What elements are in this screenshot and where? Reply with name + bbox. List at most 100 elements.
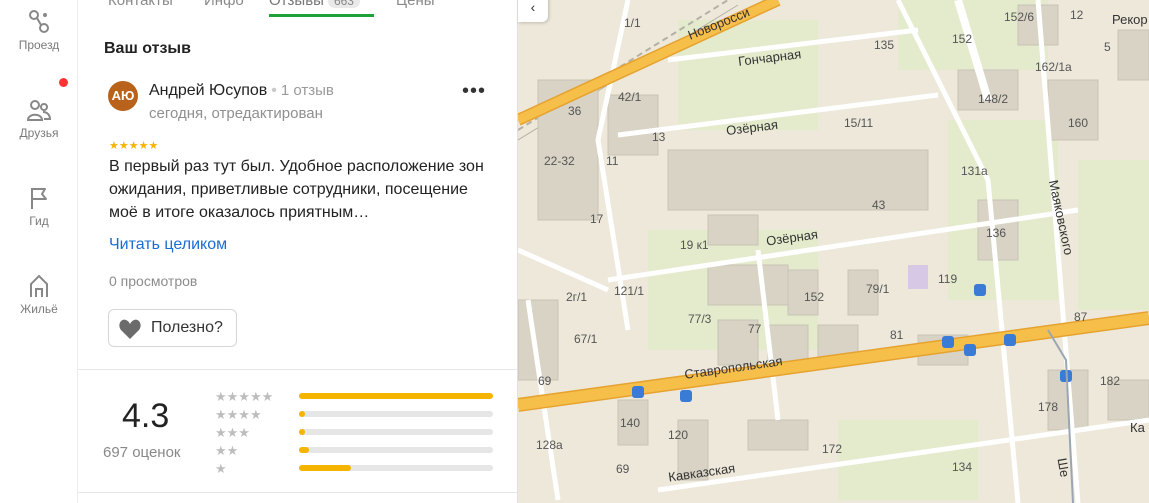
histogram-bar-track — [299, 411, 493, 417]
histogram-bar-fill — [299, 393, 493, 399]
house-number: 2г/1 — [566, 290, 588, 304]
house-number: 77 — [748, 322, 762, 336]
rail-item-guide[interactable]: Гид — [0, 184, 78, 228]
histogram-bar-track — [299, 447, 493, 453]
house-number: 148/2 — [978, 92, 1009, 106]
house-number: 1/1 — [624, 16, 641, 30]
tab-bar: Контакты Инфо Отзывы663 Цены › — [78, 0, 517, 24]
rail-label: Проезд — [18, 38, 60, 52]
house-number: 81 — [890, 328, 904, 342]
house-number: 152 — [804, 290, 825, 304]
house-number: 43 — [872, 198, 886, 212]
house-number: 136 — [986, 226, 1007, 240]
tab-prices[interactable]: Цены — [396, 0, 435, 9]
house-number: 11 — [606, 154, 619, 168]
section-title: Ваш отзыв — [104, 40, 191, 57]
notification-dot — [59, 78, 68, 87]
histogram-stars: ★★★ — [215, 425, 250, 440]
useful-button[interactable]: Полезно? — [108, 309, 237, 347]
street-label: Ше — [1054, 456, 1073, 479]
house-number: 17 — [590, 212, 604, 226]
read-more-link[interactable]: Читать целиком — [109, 236, 227, 254]
house-number: 12 — [1070, 8, 1084, 22]
more-options-icon[interactable]: ••• — [462, 81, 486, 101]
map-canvas — [518, 0, 1149, 503]
rail-item-housing[interactable]: Жильё — [0, 272, 78, 316]
house-number: 19 к1 — [680, 238, 709, 252]
author-review-count: 1 отзыв — [280, 82, 334, 99]
house-number: 69 — [538, 374, 552, 388]
rail-label: Жильё — [20, 302, 58, 316]
house-number: 131а — [961, 164, 988, 178]
map[interactable]: Новоросси Гончарная Озёрная Озёрная Маяк… — [518, 0, 1149, 503]
views-count: 0 просмотров — [109, 273, 198, 289]
rail-label: Гид — [29, 214, 49, 228]
house-number: 77/3 — [688, 312, 712, 326]
house-number: 42/1 — [618, 90, 642, 104]
house-number: 152 — [952, 32, 973, 46]
house-number: 152/6 — [1004, 10, 1035, 24]
histogram-stars: ★ — [215, 461, 227, 476]
heart-icon — [119, 319, 141, 339]
histogram-stars: ★★★★ — [215, 407, 262, 422]
house-number: 172 — [822, 442, 843, 456]
house-number: 36 — [568, 104, 582, 118]
house-number: 134 — [952, 460, 973, 474]
collapse-panel-chevron-icon[interactable]: ‹ — [518, 0, 548, 22]
tab-info[interactable]: Инфо — [204, 0, 244, 9]
useful-label: Полезно? — [151, 319, 223, 336]
house-number: 87 — [1074, 310, 1088, 324]
reviews-count-badge: 663 — [327, 0, 360, 8]
average-rating: 4.3 — [122, 397, 170, 435]
review-text: В первый раз тут был. Удобное расположен… — [109, 158, 484, 221]
side-rail: Проезд Друзья Гид Жильё — [0, 0, 78, 503]
house-number: 140 — [620, 416, 641, 430]
house-number: 162/1а — [1035, 60, 1072, 74]
histogram-bar-track — [299, 393, 493, 399]
house-number: 5 — [1104, 40, 1111, 54]
house-number: 67/1 — [574, 332, 598, 346]
rail-item-route[interactable]: Проезд — [0, 8, 78, 52]
house-number: 15/11 — [844, 116, 874, 130]
house-number: 79/1 — [866, 282, 890, 296]
flag-icon — [31, 188, 47, 209]
divider — [78, 369, 517, 370]
house-number: 119 — [938, 272, 958, 286]
house-number: 13 — [652, 130, 666, 144]
histogram-stars: ★★★★★ — [215, 389, 274, 404]
place-panel: Контакты Инфо Отзывы663 Цены › Ваш отзыв… — [78, 0, 518, 503]
rail-item-friends[interactable]: Друзья — [0, 96, 78, 140]
tab-reviews[interactable]: Отзывы 663 — [269, 0, 360, 9]
histogram-stars: ★★ — [215, 443, 239, 458]
active-tab-indicator — [269, 14, 374, 17]
review-star-rating: ★★★★★ — [109, 140, 159, 152]
tabs-chevron-icon[interactable]: › — [486, 0, 491, 4]
app-root: Проезд Друзья Гид Жильё Контакты Инфо От… — [0, 0, 1149, 503]
route-icon — [29, 10, 49, 33]
author-name[interactable]: Андрей Юсупов — [149, 82, 267, 99]
tab-reviews-label: Отзывы — [269, 0, 324, 9]
histogram-bar-fill — [299, 465, 352, 471]
street-label: Ка — [1130, 420, 1145, 435]
separator-dot: • — [271, 82, 277, 99]
histogram-bar-fill — [299, 411, 305, 417]
histogram-bar-track — [299, 465, 493, 471]
house-number: 182 — [1100, 374, 1121, 388]
house-number: 178 — [1038, 400, 1059, 414]
street-label: Рекор — [1112, 12, 1148, 27]
review-author: Андрей Юсупов • 1 отзыв — [149, 82, 334, 100]
house-icon — [30, 274, 48, 297]
house-number: 121/1 — [614, 284, 645, 298]
ratings-count: 697 оценок — [103, 444, 181, 461]
avatar[interactable]: АЮ — [108, 81, 138, 111]
friends-icon — [26, 100, 52, 121]
house-number: 128а — [536, 438, 563, 452]
house-number: 135 — [874, 38, 895, 52]
divider — [78, 492, 517, 493]
house-number: 69 — [616, 462, 630, 476]
house-number: 22-32 — [544, 154, 575, 168]
house-number: 120 — [668, 428, 689, 442]
histogram-bar-fill — [299, 429, 305, 435]
tab-contacts[interactable]: Контакты — [108, 0, 173, 9]
histogram-bar-track — [299, 429, 493, 435]
